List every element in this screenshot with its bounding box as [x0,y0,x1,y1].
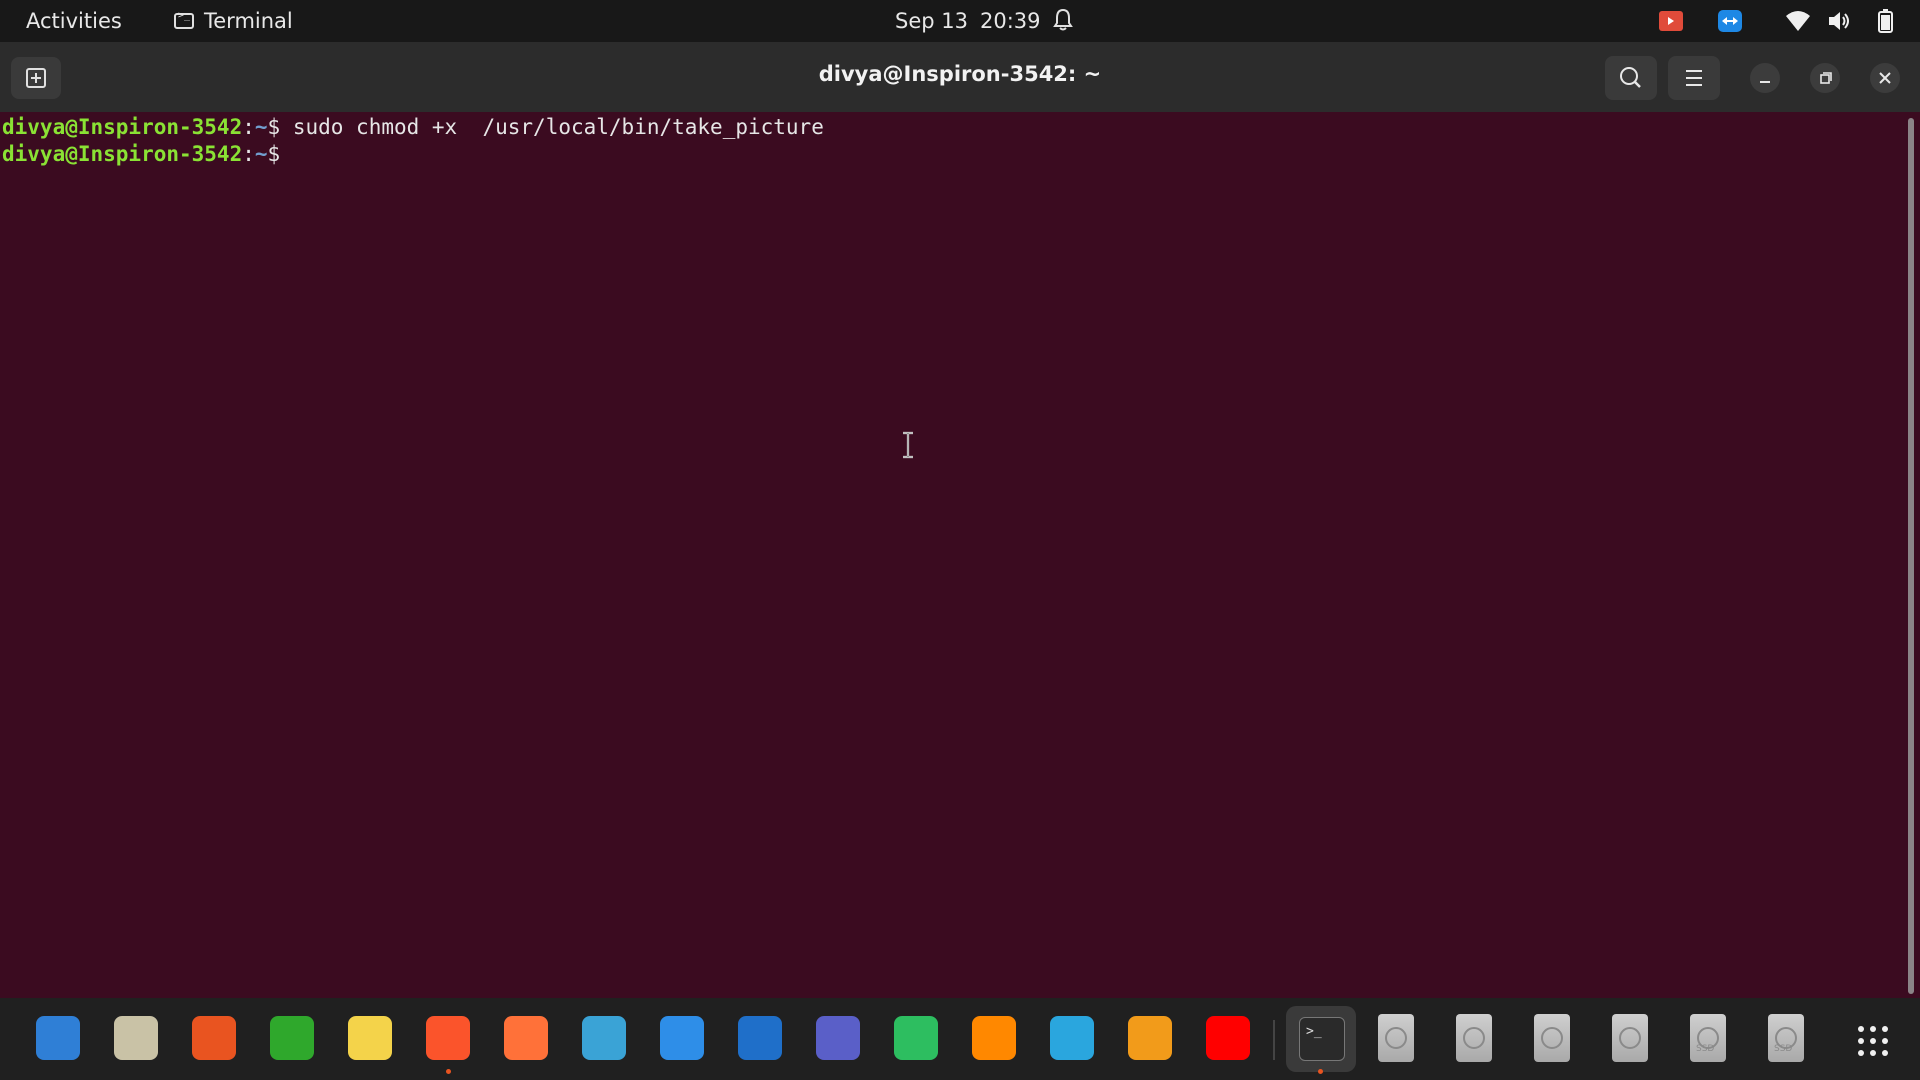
grid-dot [1858,1050,1864,1056]
terminal-line: divya@Inspiron-3542:~$ sudo chmod +x /us… [2,114,824,141]
dock: >_ SSD SSD [0,998,1920,1080]
running-indicator [1318,1069,1323,1074]
dock-item-spreadsheet[interactable] [266,1012,318,1064]
close-icon [1879,72,1891,84]
scrollbar[interactable] [1908,118,1914,994]
teamviewer-icon[interactable] [1717,8,1743,34]
restore-icon [1820,72,1832,84]
grid-dot [1882,1038,1888,1044]
grid-dot [1858,1026,1864,1032]
time-label: 20:39 [979,9,1041,33]
prompt-path: ~ [254,142,268,166]
dock-item-teams[interactable] [812,1012,864,1064]
disk-label: SSD [1696,1044,1715,1054]
battery-icon[interactable] [1872,8,1898,34]
disk-icon[interactable] [1612,1014,1648,1062]
maximize-button[interactable] [1810,63,1840,93]
ssd-icon[interactable]: SSD [1690,1014,1726,1062]
dock-item-youtube[interactable] [1202,1012,1254,1064]
prompt-user-host: divya@Inspiron-3542 [2,142,243,166]
dock-item-window-app[interactable] [656,1012,708,1064]
disk-icon[interactable] [1456,1014,1492,1062]
app-center-icon [192,1016,236,1060]
disk-hole [1541,1027,1563,1049]
command-text: sudo chmod +x /usr/local/bin/take_pictur… [280,115,824,139]
brave-icon [426,1016,470,1060]
activities-button[interactable]: Activities [26,9,122,33]
dock-item-vlc[interactable] [968,1012,1020,1064]
volume-icon[interactable] [1826,8,1852,34]
minimize-icon [1760,81,1770,83]
youtube-icon [1206,1016,1250,1060]
bell-icon[interactable] [1052,8,1074,32]
grid-dot [1870,1038,1876,1044]
text-cursor-icon [903,431,913,459]
dock-item-xnview[interactable] [1124,1012,1176,1064]
wifi-icon[interactable] [1785,8,1811,34]
hamburger-icon [1686,70,1702,86]
dock-item-brave[interactable] [422,1012,474,1074]
minimize-button[interactable] [1750,63,1780,93]
search-icon [1620,67,1641,88]
xnview-icon [1128,1016,1172,1060]
prompt-separator: : [242,142,255,166]
text-editor-icon [348,1016,392,1060]
app-menu[interactable]: Terminal [174,9,293,33]
teams-icon [816,1016,860,1060]
prompt-separator: : [242,115,255,139]
date-label: Sep 13 [895,9,968,33]
dock-item-files[interactable] [110,1012,162,1064]
disk-hole [1385,1027,1407,1049]
disk-hole [1463,1027,1485,1049]
running-indicator [446,1069,451,1074]
dock-item-firefox[interactable] [500,1012,552,1064]
search-button[interactable] [1605,56,1657,100]
document-icon [582,1016,626,1060]
grid-dot [1882,1050,1888,1056]
dock-terminal-button[interactable]: >_ [1286,1006,1356,1074]
grid-dot [1870,1026,1876,1032]
thunderbird-icon [36,1016,80,1060]
pycharm-icon [738,1016,782,1060]
disk-hole [1619,1027,1641,1049]
vlc-icon [972,1016,1016,1060]
window-titlebar[interactable]: divya@Inspiron-3542: ~ [0,42,1920,113]
grid-dot [1882,1026,1888,1032]
close-button[interactable] [1870,63,1900,93]
ssd-icon[interactable]: SSD [1768,1014,1804,1062]
app-menu-label: Terminal [204,9,293,33]
clock[interactable]: Sep 13 20:39 [895,9,1041,33]
disk-label: SSD [1774,1044,1793,1054]
screen-record-icon[interactable] [1658,8,1684,34]
terminal-icon [174,10,194,29]
grid-dot [1858,1038,1864,1044]
prompt-user-host: divya@Inspiron-3542 [2,115,243,139]
prompt-path: ~ [254,115,268,139]
firefox-icon [504,1016,548,1060]
top-bar: Activities Terminal Sep 13 20:39 [0,0,1920,42]
terminal-line: divya@Inspiron-3542:~$ [2,141,280,168]
disk-icon[interactable] [1534,1014,1570,1062]
spreadsheet-icon [270,1016,314,1060]
disk-icon[interactable] [1378,1014,1414,1062]
telegram-icon [1050,1016,1094,1060]
grid-dot [1870,1050,1876,1056]
terminal-app-icon: >_ [1299,1017,1345,1061]
dock-separator [1273,1020,1275,1060]
show-apps-button[interactable] [1854,1022,1890,1058]
dock-item-evernote[interactable] [890,1012,942,1064]
files-icon [114,1016,158,1060]
dock-item-thunderbird[interactable] [32,1012,84,1064]
prompt-symbol: $ [267,142,281,166]
dock-item-telegram[interactable] [1046,1012,1098,1064]
dock-item-text-editor[interactable] [344,1012,396,1064]
dock-item-document[interactable] [578,1012,630,1064]
terminal-output[interactable]: divya@Inspiron-3542:~$ sudo chmod +x /us… [0,112,1920,998]
dock-item-pycharm[interactable] [734,1012,786,1064]
window-app-icon [660,1016,704,1060]
dock-item-app-center[interactable] [188,1012,240,1064]
menu-button[interactable] [1668,56,1720,100]
prompt-symbol: $ [267,115,281,139]
evernote-icon [894,1016,938,1060]
